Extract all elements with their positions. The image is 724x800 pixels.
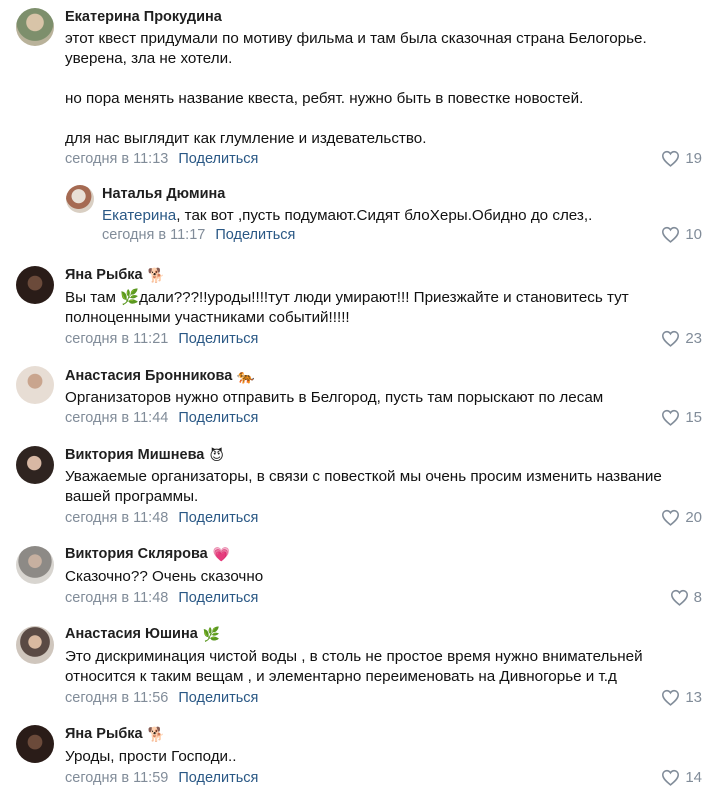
comment-text: Уважаемые организаторы, в связи с повест… <box>65 468 662 505</box>
comment-text: Екатерина, так вот ,пусть подумают.Сидят… <box>102 207 593 224</box>
like-button[interactable]: 14 <box>661 769 702 786</box>
comment-time[interactable]: сегодня в 11:56 <box>65 690 168 706</box>
avatar[interactable] <box>16 725 54 763</box>
like-button[interactable]: 19 <box>661 150 702 167</box>
author-emoji: 😈 <box>209 447 224 463</box>
share-button[interactable]: Поделиться <box>178 510 258 526</box>
comment-meta: сегодня в 11:56 Поделиться <box>65 690 258 706</box>
like-count: 8 <box>693 589 702 606</box>
avatar[interactable] <box>16 366 54 404</box>
author-emoji: 💗 <box>212 546 231 562</box>
avatar[interactable] <box>16 546 54 584</box>
comment-author[interactable]: Виктория Склярова 💗 <box>65 546 230 562</box>
comment-text: Уроды, прости Господи.. <box>65 748 237 765</box>
like-count: 14 <box>685 769 702 786</box>
share-button[interactable]: Поделиться <box>178 690 258 706</box>
share-button[interactable]: Поделиться <box>215 227 295 243</box>
like-button[interactable]: 13 <box>661 689 702 706</box>
author-emoji: 🐕 <box>147 726 166 742</box>
comment-time[interactable]: сегодня в 11:17 <box>102 227 205 243</box>
comment-meta: сегодня в 11:44 Поделиться <box>65 410 258 426</box>
share-button[interactable]: Поделиться <box>178 331 258 347</box>
heart-icon <box>662 150 680 167</box>
comment-text: Организаторов нужно отправить в Белгород… <box>65 389 604 406</box>
heart-icon <box>670 589 688 606</box>
heart-icon <box>662 226 680 243</box>
author-emoji: 🌿 <box>202 626 221 642</box>
comment-text: Это дискриминация чистой воды , в столь … <box>65 648 643 685</box>
like-count: 23 <box>685 330 702 347</box>
comment-author[interactable]: Яна Рыбка 🐕 <box>65 267 165 283</box>
comment-text: Вы там 🌿дали???!!уроды!!!!тут люди умира… <box>65 289 629 326</box>
mention-link[interactable]: Екатерина <box>102 207 176 224</box>
like-button[interactable]: 10 <box>661 226 702 243</box>
like-button[interactable]: 23 <box>661 330 702 347</box>
share-button[interactable]: Поделиться <box>178 590 258 606</box>
comment-time[interactable]: сегодня в 11:44 <box>65 410 168 426</box>
comment-author[interactable]: Анастасия Бронникова 🐅 <box>65 368 255 384</box>
comment-author[interactable]: Анастасия Юшина 🌿 <box>65 626 220 642</box>
like-count: 10 <box>685 226 702 243</box>
comment-meta: сегодня в 11:17 Поделиться <box>102 227 295 243</box>
heart-icon <box>662 409 680 426</box>
like-count: 13 <box>685 689 702 706</box>
comment-time[interactable]: сегодня в 11:21 <box>65 331 168 347</box>
comment-meta: сегодня в 11:21 Поделиться <box>65 331 258 347</box>
comment-meta: сегодня в 11:13 Поделиться <box>65 151 258 167</box>
like-button[interactable]: 8 <box>670 589 702 606</box>
avatar[interactable] <box>16 446 54 484</box>
avatar[interactable] <box>66 185 94 213</box>
comment-author[interactable]: Наталья Дюмина <box>102 186 225 202</box>
avatar[interactable] <box>16 8 54 46</box>
author-emoji: 🐕 <box>147 267 166 283</box>
comment-author[interactable]: Екатерина Прокудина <box>65 9 222 25</box>
comment-text: этот квест придумали по мотиву фильма и … <box>65 30 647 147</box>
like-count: 19 <box>685 150 702 167</box>
share-button[interactable]: Поделиться <box>178 410 258 426</box>
comment-time[interactable]: сегодня в 11:13 <box>65 151 168 167</box>
share-button[interactable]: Поделиться <box>178 770 258 786</box>
comment-meta: сегодня в 11:48 Поделиться <box>65 590 258 606</box>
like-button[interactable]: 20 <box>661 509 702 526</box>
author-emoji: 🐅 <box>237 368 255 384</box>
like-button[interactable]: 15 <box>661 409 702 426</box>
comment-text: Сказочно?? Очень сказочно <box>65 568 264 585</box>
comment-author[interactable]: Яна Рыбка 🐕 <box>65 726 165 742</box>
heart-icon <box>662 330 680 347</box>
share-button[interactable]: Поделиться <box>178 151 258 167</box>
comment-author[interactable]: Виктория Мишнева 😈 <box>65 447 224 463</box>
avatar[interactable] <box>16 266 54 304</box>
heart-icon <box>662 769 680 786</box>
comment-meta: сегодня в 11:59 Поделиться <box>65 770 258 786</box>
heart-icon <box>662 509 680 526</box>
comment-time[interactable]: сегодня в 11:48 <box>65 510 168 526</box>
like-count: 20 <box>685 509 702 526</box>
like-count: 15 <box>685 409 702 426</box>
comment-time[interactable]: сегодня в 11:48 <box>65 590 168 606</box>
comment-time[interactable]: сегодня в 11:59 <box>65 770 168 786</box>
heart-icon <box>662 689 680 706</box>
avatar[interactable] <box>16 626 54 664</box>
comment-meta: сегодня в 11:48 Поделиться <box>65 510 258 526</box>
